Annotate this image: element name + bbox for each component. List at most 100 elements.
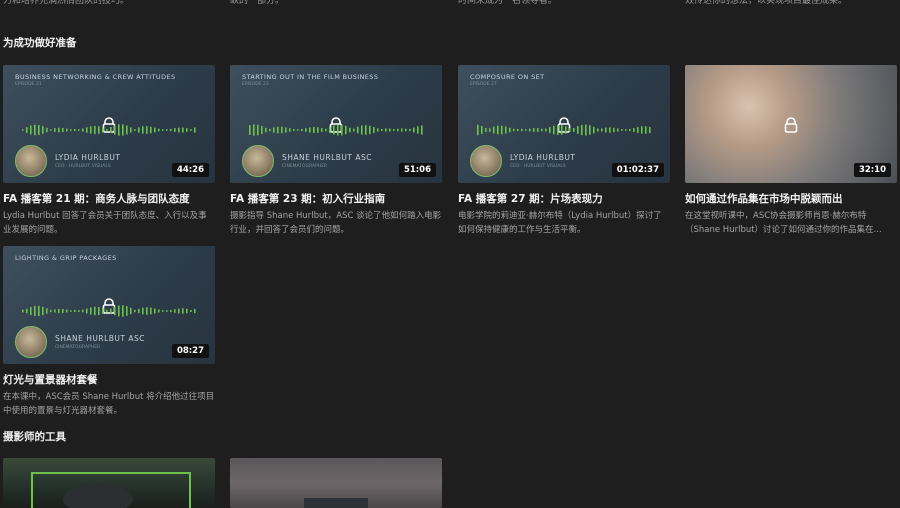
waveform-bar	[393, 129, 395, 131]
waveform-bar	[94, 306, 96, 316]
avatar	[15, 326, 47, 358]
waveform-bar	[557, 124, 559, 136]
speaker-name: SHANE HURLBUT ASC	[55, 334, 146, 343]
waveform-bar	[74, 309, 76, 313]
waveform-bar	[649, 126, 651, 134]
waveform-bar	[54, 128, 56, 132]
waveform-bar	[369, 125, 371, 135]
waveform-bar	[593, 126, 595, 134]
waveform-bar	[50, 309, 52, 313]
waveform-bar	[481, 126, 483, 134]
speaker-role: CEO · HURLBUT VISUALS	[510, 164, 566, 169]
waveform-bar	[477, 124, 479, 136]
waveform-bar	[22, 309, 24, 313]
waveform-bar	[521, 128, 523, 132]
prev-card-desc-3: 时间来成为一名领导者。	[458, 0, 558, 6]
waveform-bar	[158, 128, 160, 132]
prev-card-desc-2: 缺的一部分。	[230, 0, 285, 6]
waveform-bar	[138, 308, 140, 314]
waveform-bar	[102, 307, 104, 315]
waveform-bar	[42, 306, 44, 316]
waveform-bar	[70, 310, 72, 312]
video-card[interactable]: STARTING OUT IN THE FILM BUSINESS EPISOD…	[230, 65, 442, 237]
waveform-bar	[106, 309, 108, 313]
waveform-bar	[501, 125, 503, 135]
waveform-bar	[389, 128, 391, 132]
waveform-bar	[645, 126, 647, 134]
video-card[interactable]: 32:10 如何通过作品集在市场中脱颖而出 在这堂视听课中，ASC协会摄影师肖恩…	[685, 65, 897, 237]
video-thumbnail[interactable]	[230, 458, 442, 508]
waveform-bar	[126, 306, 128, 316]
waveform-bar	[54, 309, 56, 313]
video-thumbnail[interactable]: 32:10	[685, 65, 897, 183]
video-thumbnail[interactable]: STARTING OUT IN THE FILM BUSINESS EPISOD…	[230, 65, 442, 183]
waveform-bar	[170, 309, 172, 313]
card-title[interactable]: 如何通过作品集在市场中脱颖而出	[685, 191, 897, 206]
waveform-bar	[82, 309, 84, 313]
waveform-bar	[601, 128, 603, 132]
waveform-bar	[134, 129, 136, 131]
waveform-bar	[130, 307, 132, 315]
audio-waveform	[22, 124, 196, 136]
waveform-bar	[78, 310, 80, 312]
waveform-bar	[194, 127, 196, 133]
waveform-bar	[30, 306, 32, 316]
avatar	[15, 145, 47, 177]
waveform-bar	[126, 125, 128, 135]
waveform-bar	[22, 129, 24, 131]
waveform-bar	[190, 129, 192, 131]
card-title[interactable]: 灯光与置景器材套餐	[3, 372, 215, 387]
speaker-role: CEO · HURLBUT VISUALS	[55, 164, 111, 169]
waveform-bar	[517, 128, 519, 132]
waveform-bar	[90, 126, 92, 134]
audio-waveform	[22, 305, 196, 317]
waveform-bar	[377, 128, 379, 132]
waveform-bar	[541, 128, 543, 132]
card-title[interactable]: FA 播客第 21 期：商务人脉与团队态度	[3, 191, 215, 206]
waveform-bar	[62, 308, 64, 314]
waveform-bar	[493, 126, 495, 134]
waveform-bar	[361, 125, 363, 135]
section-title: 摄影师的工具	[3, 431, 66, 443]
waveform-bar	[561, 125, 563, 135]
video-thumbnail[interactable]: COMPOSURE ON SET EPISODE 27 LYDIA HURLBU…	[458, 65, 670, 183]
waveform-bar	[170, 128, 172, 132]
waveform-bar	[333, 125, 335, 135]
waveform-bar	[118, 305, 120, 317]
video-thumbnail[interactable]	[3, 458, 215, 508]
waveform-bar	[625, 129, 627, 131]
card-description: 摄影指导 Shane Hurlbut，ASC 谈论了他如何踏入电影行业，并回答了…	[230, 211, 442, 235]
waveform-bar	[553, 125, 555, 135]
lock-icon	[784, 117, 798, 133]
video-thumbnail[interactable]: BUSINESS NETWORKING & CREW ATTITUDES EPI…	[3, 65, 215, 183]
card-title[interactable]: FA 播客第 23 期：初入行业指南	[230, 191, 442, 206]
waveform-bar	[90, 307, 92, 315]
waveform-bar	[497, 125, 499, 135]
waveform-bar	[357, 126, 359, 134]
waveform-bar	[174, 309, 176, 313]
thumb-title: LIGHTING & GRIP PACKAGES	[15, 254, 117, 262]
waveform-bar	[637, 127, 639, 133]
waveform-bar	[110, 127, 112, 133]
waveform-bar	[166, 129, 168, 131]
waveform-bar	[58, 308, 60, 314]
waveform-bar	[489, 128, 491, 132]
duration-badge: 51:06	[398, 163, 436, 177]
waveform-bar	[154, 127, 156, 133]
video-card[interactable]: BUSINESS NETWORKING & CREW ATTITUDES EPI…	[3, 65, 215, 237]
video-card[interactable]: COMPOSURE ON SET EPISODE 27 LYDIA HURLBU…	[458, 65, 670, 237]
waveform-bar	[641, 126, 643, 134]
waveform-bar	[110, 308, 112, 314]
card-title[interactable]: FA 播客第 27 期：片场表现力	[458, 191, 670, 206]
waveform-bar	[385, 128, 387, 132]
waveform-bar	[297, 129, 299, 131]
waveform-bar	[70, 129, 72, 131]
waveform-bar	[194, 308, 196, 314]
waveform-bar	[66, 128, 68, 132]
video-card[interactable]: LIGHTING & GRIP PACKAGES SHANE HURLBUT A…	[3, 246, 215, 418]
video-thumbnail[interactable]: LIGHTING & GRIP PACKAGES SHANE HURLBUT A…	[3, 246, 215, 364]
waveform-bar	[186, 128, 188, 132]
waveform-bar	[186, 308, 188, 314]
waveform-bar	[565, 126, 567, 134]
speaker-role: CINEMATOGRAPHER	[55, 345, 101, 350]
